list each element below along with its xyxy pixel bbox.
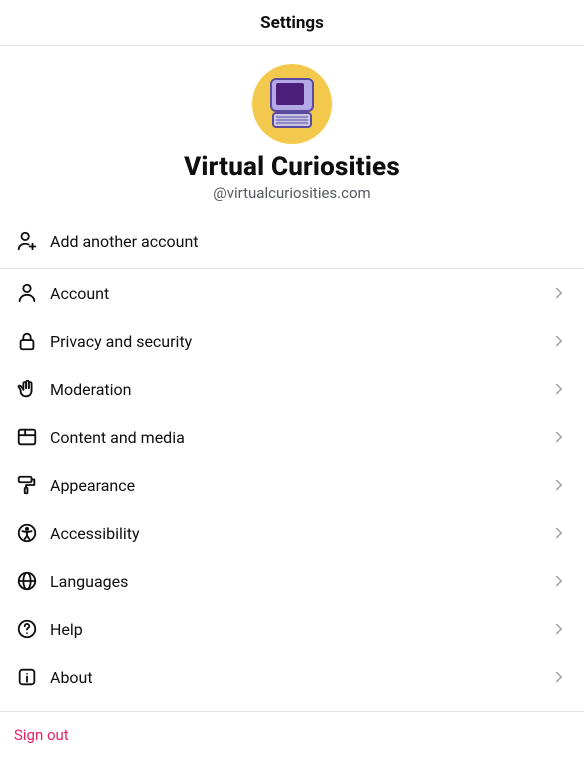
settings-item-appearance[interactable]: Appearance [0, 461, 584, 509]
chevron-right-icon [550, 476, 568, 494]
settings-item-privacy[interactable]: Privacy and security [0, 317, 584, 365]
profile-section: Virtual Curiosities @virtualcuriosities.… [0, 46, 584, 214]
display-name: Virtual Curiosities [184, 152, 400, 182]
settings-item-label: About [50, 668, 550, 687]
info-icon [16, 666, 50, 688]
globe-icon [16, 570, 50, 592]
chevron-right-icon [550, 380, 568, 398]
settings-item-label: Languages [50, 572, 550, 591]
add-account-button[interactable]: Add another account [0, 214, 584, 269]
settings-item-account[interactable]: Account [0, 269, 584, 317]
layout-icon [16, 426, 50, 448]
avatar[interactable] [252, 64, 332, 144]
settings-item-label: Account [50, 284, 550, 303]
settings-item-accessibility[interactable]: Accessibility [0, 509, 584, 557]
chevron-right-icon [550, 284, 568, 302]
accessibility-icon [16, 522, 50, 544]
settings-item-label: Help [50, 620, 550, 639]
hand-icon [16, 378, 50, 400]
divider [0, 711, 584, 712]
settings-item-moderation[interactable]: Moderation [0, 365, 584, 413]
settings-item-label: Appearance [50, 476, 550, 495]
settings-item-help[interactable]: Help [0, 605, 584, 653]
add-account-label: Add another account [50, 232, 199, 251]
chevron-right-icon [550, 428, 568, 446]
page-title: Settings [260, 13, 324, 33]
header: Settings [0, 0, 584, 46]
settings-item-about[interactable]: About [0, 653, 584, 701]
settings-item-languages[interactable]: Languages [0, 557, 584, 605]
lock-icon [16, 330, 50, 352]
chevron-right-icon [550, 332, 568, 350]
chevron-right-icon [550, 572, 568, 590]
settings-item-label: Privacy and security [50, 332, 550, 351]
settings-item-label: Content and media [50, 428, 550, 447]
help-icon [16, 618, 50, 640]
settings-item-label: Accessibility [50, 524, 550, 543]
avatar-image [261, 73, 323, 135]
handle: @virtualcuriosities.com [213, 184, 370, 202]
chevron-right-icon [550, 620, 568, 638]
chevron-right-icon [550, 668, 568, 686]
settings-list: Account Privacy and security Moderation [0, 269, 584, 712]
signout-button[interactable]: Sign out [0, 712, 584, 758]
add-user-icon [16, 230, 50, 252]
settings-item-label: Moderation [50, 380, 550, 399]
person-icon [16, 282, 50, 304]
settings-item-content[interactable]: Content and media [0, 413, 584, 461]
paint-roller-icon [16, 474, 50, 496]
chevron-right-icon [550, 524, 568, 542]
